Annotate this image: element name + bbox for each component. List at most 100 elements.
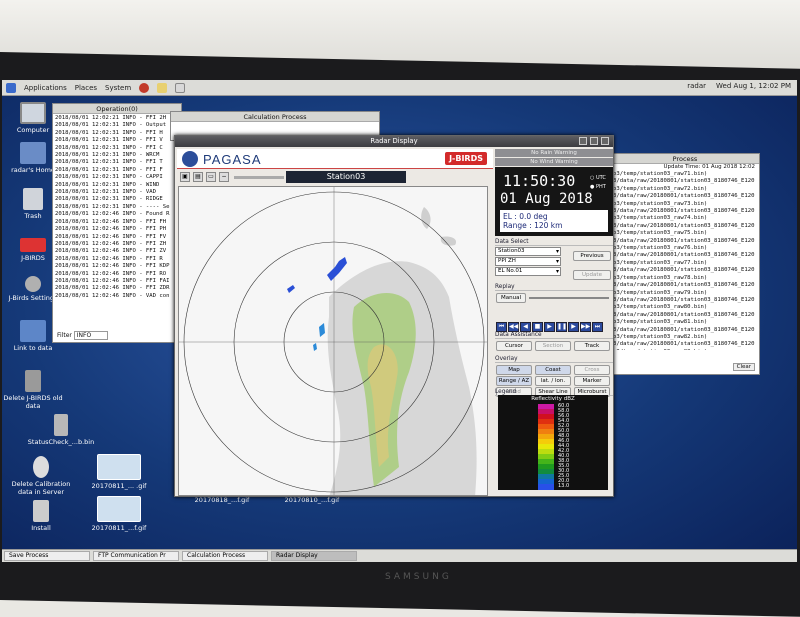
overlay-section: Overlay [495, 356, 613, 363]
log-line: 3/data/raw/20180801/station03_8180746_E1… [613, 208, 755, 215]
desktop-icon-statuscheck[interactable]: StatusCheck_...b.bin [26, 414, 96, 446]
save-icon[interactable]: ▣ [180, 172, 190, 182]
process-window[interactable]: Process Update Time: 01 Aug 2018 12:02 o… [610, 153, 760, 375]
maximize-icon[interactable] [590, 137, 598, 145]
data-select-section: Data Select [495, 239, 613, 246]
desktop-thumb-1[interactable]: 20170811_... .gif [88, 454, 150, 490]
product-select[interactable]: PPI ZH [495, 257, 561, 266]
log-line: o3/temp/station03_raw77.bin) [613, 259, 708, 266]
previous-button[interactable]: Previous [573, 251, 611, 261]
operation-window[interactable]: Operation(0) 2018/08/01 12:02:21 INFO - … [52, 103, 182, 343]
menu-places[interactable]: Places [75, 84, 97, 92]
desktop-icon-delete-old-data[interactable]: Delete J-BIRDS old data [2, 370, 68, 410]
tz-pht-radio[interactable]: ● PHT [590, 184, 606, 190]
clock-time: 11:50:30 [503, 172, 576, 190]
log-line: 2018/08/01 12:02:46 INFO - FFI KDP [55, 263, 170, 270]
step-back-icon[interactable]: ◀ [520, 322, 531, 332]
assistance-section: Data Assistance [495, 332, 613, 339]
manual-button[interactable]: Manual [496, 293, 526, 303]
log-line: 2018/08/01 12:02:31 INFO - FFI C [55, 144, 163, 151]
open-icon[interactable]: ▭ [206, 172, 216, 182]
log-line: 2018/08/01 12:02:46 INFO - FFI FV [55, 233, 167, 240]
desktop-thumb-3[interactable]: 20170818_...f.gif [182, 496, 262, 504]
desktop-icon-delete-calibration[interactable]: Delete Calibration data in Server [6, 456, 76, 496]
island-east [440, 236, 457, 246]
filter-row: Filter INFO [57, 331, 108, 340]
el-range-box: EL : 0.0 deg Range : 120 km [500, 210, 608, 232]
radar-map[interactable] [178, 186, 488, 496]
zoom-out-icon[interactable]: − [219, 172, 229, 182]
folder-link-icon [20, 320, 46, 342]
radar-display-titlebar[interactable]: Radar Display [175, 136, 613, 147]
top-panel: Applications Places System radar Wed Aug… [2, 80, 797, 96]
help-launcher-icon[interactable] [175, 82, 186, 93]
desktop-icon-label: Delete J-BIRDS old data [3, 394, 63, 410]
rewind-icon[interactable]: ◀◀ [508, 322, 519, 332]
replay-controls: Manual ⏮ ◀◀ ◀ ■ ▶ ❚❚ ▶ ▶▶ ⏭ [495, 291, 613, 332]
overlay-marker-button[interactable]: Marker [574, 376, 610, 386]
overlay-latlon-button[interactable]: lat. / lon. [535, 376, 571, 386]
replay-slider[interactable] [529, 297, 609, 299]
task-calculation-process[interactable]: Calculation Process [182, 551, 268, 561]
desktop-icon-install[interactable]: Install [6, 500, 76, 532]
log-line: 2018/08/01 12:02:31 INFO - FFI F [55, 166, 163, 173]
process-window-titlebar[interactable]: Process [611, 154, 759, 164]
file-icon [54, 414, 68, 436]
notes-launcher-icon[interactable] [157, 82, 168, 93]
radar-map-svg[interactable] [179, 187, 488, 496]
task-save-process[interactable]: Save Process [4, 551, 90, 561]
pause-icon[interactable]: ❚❚ [556, 322, 567, 332]
overlay-cross-button[interactable]: Cross [574, 365, 610, 375]
task-radar-display[interactable]: Radar Display [271, 551, 357, 561]
legend-swatch [538, 484, 554, 490]
step-forward-icon[interactable]: ▶ [568, 322, 579, 332]
calculation-window-titlebar[interactable]: Calculation Process [171, 112, 379, 122]
menu-system[interactable]: System [105, 84, 131, 92]
overlay-coast-button[interactable]: Coast [535, 365, 571, 375]
zoom-slider[interactable] [234, 175, 284, 179]
track-button[interactable]: Track [574, 341, 610, 351]
menu-applications[interactable]: Applications [24, 84, 67, 92]
tz-utc-label: UTC [595, 175, 606, 181]
pagasa-brand: PAGASA [203, 152, 262, 167]
log-line: 2018/08/01 12:02:31 INFO - ---- Se [55, 203, 170, 210]
elevation-select[interactable]: EL No.01 [495, 267, 561, 276]
task-ftp-communication[interactable]: FTP Communication Pr [93, 551, 179, 561]
log-line: 3/data/raw/20180801/station03_8180746_E1… [613, 311, 755, 318]
tz-utc-radio[interactable]: ○ UTC [590, 175, 606, 181]
wind-warning: No Wind Warning [495, 158, 613, 166]
update-button[interactable]: Update [573, 270, 611, 280]
log-line: 2018/08/01 12:02:31 INFO - FFI V [55, 137, 163, 144]
log-line: 2018/08/01 12:02:46 INFO - FFI ZV [55, 248, 167, 255]
operation-window-titlebar[interactable]: Operation(0) [53, 104, 181, 114]
clear-button[interactable]: Clear [732, 363, 755, 371]
first-frame-icon[interactable]: ⏮ [496, 322, 507, 332]
log-line: 2018/08/01 12:02:31 INFO - FFI H [55, 129, 163, 136]
last-frame-icon[interactable]: ⏭ [592, 322, 603, 332]
radar-display-window[interactable]: Radar Display PAGASA J-BIRDS ▣ ▤ ▭ − + S… [174, 135, 614, 497]
log-line: 2018/08/01 12:02:46 INFO - FFI ZDR [55, 285, 170, 292]
section-button[interactable]: Section [535, 341, 571, 351]
log-line: 2018/08/01 12:02:46 INFO - VAD con [55, 292, 170, 299]
install-icon [33, 500, 49, 522]
panel-clock[interactable]: Wed Aug 1, 12:02 PM [716, 82, 791, 90]
cursor-button[interactable]: Cursor [496, 341, 532, 351]
elevation-text: EL : 0.0 deg [503, 212, 548, 221]
station-select[interactable]: Station03 [495, 247, 561, 256]
filter-select[interactable]: INFO [73, 331, 108, 340]
minimize-icon[interactable] [579, 137, 587, 145]
script-icon [33, 456, 49, 478]
panel-user[interactable]: radar [687, 82, 706, 90]
overlay-map-button[interactable]: Map [496, 365, 532, 375]
browser-launcher-icon[interactable] [139, 82, 150, 93]
overlay-range-az-button[interactable]: Range / AZ [496, 376, 532, 386]
desktop-thumb-2[interactable]: 20170811_...f.gif [88, 496, 150, 532]
close-icon[interactable] [601, 137, 609, 145]
play-icon[interactable]: ▶ [544, 322, 555, 332]
stop-icon[interactable]: ■ [532, 322, 543, 332]
fast-forward-icon[interactable]: ▶▶ [580, 322, 591, 332]
desktop-icon-label: Trash [24, 212, 42, 220]
legend-box: Reflectivity dBZ 60.0 58.0 56.0 54.0 52.0 50.… [498, 395, 608, 490]
print-icon[interactable]: ▤ [193, 172, 203, 182]
desktop-thumb-4[interactable]: 20170810_...f.gif [272, 496, 352, 504]
